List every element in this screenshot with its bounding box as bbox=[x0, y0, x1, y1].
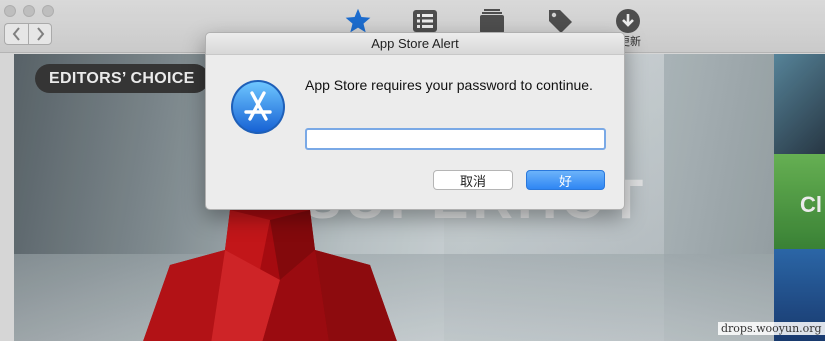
password-field[interactable] bbox=[305, 128, 606, 150]
dialog-message: App Store requires your password to cont… bbox=[305, 77, 593, 93]
cancel-button[interactable]: 取消 bbox=[433, 170, 513, 190]
ok-button[interactable]: 好 bbox=[526, 170, 605, 190]
watermark-text: drops.wooyun.org bbox=[718, 322, 825, 335]
dialog-title: App Store Alert bbox=[206, 33, 624, 55]
app-store-alert-dialog: App Store Alert App Store requires your … bbox=[205, 32, 625, 210]
app-store-icon bbox=[231, 80, 285, 134]
